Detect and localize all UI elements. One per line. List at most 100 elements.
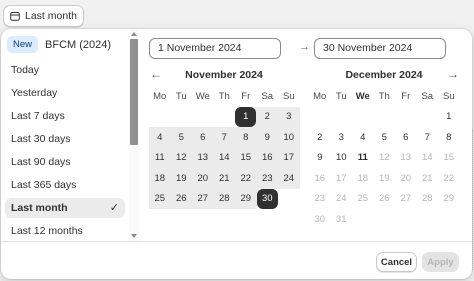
day-cell[interactable]: 22 [235, 168, 257, 189]
calendar-grid-december: Mo Tu We Th Fr Sa Su 1 2 3 4 5 6 7 8 9 10 11 12 13 14 15 16 17 1… [309, 86, 460, 230]
day-cell[interactable]: 8 [438, 127, 460, 148]
day-cell[interactable]: 25 [149, 188, 171, 209]
weekday-header: Th [378, 90, 390, 102]
day-cell[interactable]: 11 [149, 147, 171, 168]
day-cell[interactable]: 2 [309, 127, 331, 148]
day-cell: 19 [374, 168, 396, 189]
day-cell[interactable]: 20 [192, 168, 214, 189]
day-cell[interactable]: 9 [309, 148, 331, 169]
day-number: 23 [314, 193, 326, 205]
day-cell[interactable]: 8 [235, 127, 257, 148]
day-number: 7 [221, 131, 227, 143]
day-cell[interactable]: 17 [278, 147, 300, 168]
scroll-up-arrow-icon[interactable] [131, 32, 137, 36]
month-title-december: December 2024 [345, 69, 423, 81]
checkmark-icon: ✓ [109, 202, 119, 214]
day-cell[interactable]: 2 [256, 106, 278, 127]
day-blank [309, 107, 331, 128]
preset-item-last-12-months[interactable]: Last 12 months [5, 221, 125, 241]
day-cell[interactable]: 3 [278, 106, 300, 127]
day-cell[interactable]: 6 [192, 127, 214, 148]
day-cell[interactable]: 18 [149, 168, 171, 189]
preset-label: Last 7 days [11, 110, 65, 122]
day-cell[interactable]: 1 [235, 106, 257, 127]
preset-scrollbar[interactable] [129, 29, 139, 241]
day-cell: 22 [438, 168, 460, 189]
day-number: 3 [338, 131, 344, 143]
scrollbar-thumb[interactable] [130, 39, 138, 145]
preset-item-today[interactable]: Today [5, 60, 125, 80]
day-cell[interactable]: 29 [235, 188, 257, 209]
day-cell: 29 [438, 189, 460, 210]
previous-month-icon[interactable]: ← [150, 67, 162, 81]
day-number: 9 [317, 152, 323, 164]
day-blank [352, 107, 374, 128]
preset-label: Last 90 days [11, 156, 71, 168]
day-number: 2 [317, 131, 323, 143]
date-range-trigger-button[interactable]: Last month [3, 5, 84, 27]
day-cell: 24 [331, 189, 353, 210]
scroll-down-arrow-icon[interactable] [131, 234, 137, 238]
day-number: 18 [154, 172, 166, 184]
preset-item-last-30-days[interactable]: Last 30 days [5, 129, 125, 149]
day-number: 26 [378, 193, 390, 205]
preset-item-yesterday[interactable]: Yesterday [5, 83, 125, 103]
day-number: 22 [240, 172, 252, 184]
day-cell: 17 [331, 168, 353, 189]
day-number: 15 [240, 152, 252, 164]
start-date-input[interactable]: 1 November 2024 [149, 38, 281, 59]
preset-item-last-7-days[interactable]: Last 7 days [5, 106, 125, 126]
weekday-header: Mo [313, 90, 327, 102]
day-cell[interactable]: 30 [256, 188, 279, 210]
day-blank [192, 107, 214, 128]
apply-button[interactable]: Apply [422, 252, 459, 272]
day-cell[interactable]: 7 [417, 127, 439, 148]
day-cell: 15 [438, 148, 460, 169]
day-cell[interactable]: 24 [278, 168, 300, 189]
day-cell[interactable]: 28 [213, 188, 235, 209]
day-number: 31 [335, 213, 347, 225]
day-cell[interactable]: 3 [331, 127, 353, 148]
day-cell[interactable]: 6 [395, 127, 417, 148]
day-cell[interactable]: 23 [256, 168, 278, 189]
next-month-icon[interactable]: → [447, 67, 459, 81]
day-cell: 12 [374, 148, 396, 169]
day-number: 22 [443, 172, 455, 184]
preset-item-last-90-days[interactable]: Last 90 days [5, 152, 125, 172]
day-cell: 28 [417, 189, 439, 210]
day-number: 24 [283, 172, 295, 184]
day-cell[interactable]: 4 [352, 127, 374, 148]
cancel-button[interactable]: Cancel [376, 252, 417, 272]
preset-item-bfcm[interactable]: New BFCM (2024) [7, 36, 111, 53]
day-cell[interactable]: 9 [256, 127, 278, 148]
day-cell[interactable]: 15 [235, 147, 257, 168]
day-cell[interactable]: 1 [438, 107, 460, 128]
day-cell: 16 [309, 168, 331, 189]
day-blank [417, 107, 439, 128]
preset-item-bfcm-label: BFCM (2024) [45, 38, 112, 51]
weekday-header: Fr [401, 90, 411, 102]
day-cell[interactable]: 4 [149, 127, 171, 148]
day-cell[interactable]: 21 [213, 168, 235, 189]
day-cell[interactable]: 10 [331, 148, 353, 169]
day-cell[interactable]: 14 [213, 147, 235, 168]
day-cell[interactable]: 13 [192, 147, 214, 168]
end-date-input[interactable]: 30 November 2024 [314, 38, 446, 59]
day-cell[interactable]: 16 [256, 147, 278, 168]
day-cell[interactable]: 11 [352, 148, 374, 169]
preset-item-last-month[interactable]: Last month ✓ [5, 198, 125, 218]
day-cell[interactable]: 27 [192, 188, 214, 209]
day-number: 21 [218, 172, 230, 184]
day-cell: 26 [374, 189, 396, 210]
day-cell[interactable]: 26 [170, 188, 192, 209]
day-cell[interactable]: 5 [374, 127, 396, 148]
day-blank [149, 107, 171, 128]
preset-item-last-365-days[interactable]: Last 365 days [5, 175, 125, 195]
day-cell[interactable]: 10 [278, 127, 300, 148]
day-cell[interactable]: 5 [170, 127, 192, 148]
day-cell[interactable]: 19 [170, 168, 192, 189]
day-number: 2 [264, 111, 270, 123]
day-cell: 13 [395, 148, 417, 169]
day-cell[interactable]: 12 [170, 147, 192, 168]
day-cell[interactable]: 7 [213, 127, 235, 148]
